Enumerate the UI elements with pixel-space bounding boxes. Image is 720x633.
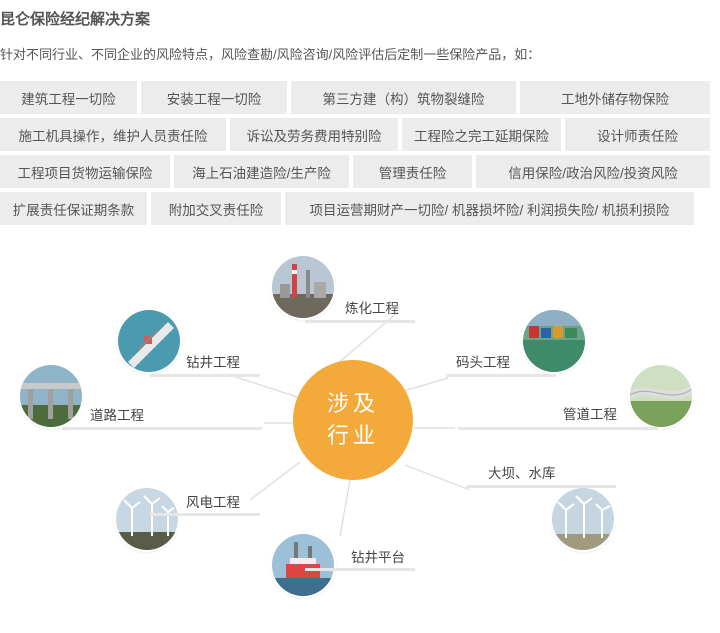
product-tag[interactable]: 扩展责任保证期条款 xyxy=(0,192,147,225)
page-title: 昆仑保险经纪解决方案 xyxy=(0,11,151,28)
wharf-bar xyxy=(446,374,556,377)
wind-bar xyxy=(150,513,260,516)
pipeline-bar xyxy=(458,427,658,430)
page-subtitle: 针对不同行业、不同企业的风险特点，风险查勘/风险咨询/风险评估后定制一些保险产品… xyxy=(0,47,541,62)
product-row-1: 建筑工程一切险 安装工程一切险 第三方建（构）筑物裂缝险 工地外储存物保险 xyxy=(0,81,710,114)
wind-label: 风电工程 xyxy=(186,495,240,510)
refinery-bar xyxy=(305,320,415,323)
dam-bar xyxy=(466,485,616,488)
hub-label-line2: 行业 xyxy=(326,423,379,448)
wharf-label: 码头工程 xyxy=(456,355,510,370)
product-tag[interactable]: 信用保险/政治风险/投资风险 xyxy=(476,155,710,188)
product-tag[interactable]: 附加交叉责任险 xyxy=(151,192,281,225)
product-row-2: 施工机具操作，维护人员责任险 诉讼及劳务费用特别险 工程险之完工延期保险 设计师… xyxy=(0,118,710,151)
product-tag[interactable]: 海上石油建造险/生产险 xyxy=(174,155,349,188)
product-tag[interactable]: 工程项目货物运输保险 xyxy=(0,155,170,188)
product-tag[interactable]: 第三方建（构）筑物裂缝险 xyxy=(291,81,516,114)
product-row-3: 工程项目货物运输保险 海上石油建造险/生产险 管理责任险 信用保险/政治风险/投… xyxy=(0,155,710,188)
product-tag[interactable]: 建筑工程一切险 xyxy=(0,81,137,114)
platform-label: 钻井平台 xyxy=(351,550,405,565)
industry-diagram: 涉及 行业 炼化工程 钻井工程 道路工程 风电工程 钻井平台 码头工程 管道工程… xyxy=(0,240,720,633)
pipeline-label: 管道工程 xyxy=(563,407,617,422)
bridge-photo-icon[interactable] xyxy=(20,365,82,427)
oil-platform-photo-icon[interactable] xyxy=(272,534,334,596)
drilling-label: 钻井工程 xyxy=(186,355,240,370)
dam-label: 大坝、水库 xyxy=(488,466,556,481)
port-photo-icon[interactable] xyxy=(523,310,585,372)
industries-hub: 涉及 行业 xyxy=(293,360,413,480)
hub-label-line1: 涉及 xyxy=(326,391,379,416)
refinery-label: 炼化工程 xyxy=(345,301,399,316)
product-tag-grid: 建筑工程一切险 安装工程一切险 第三方建（构）筑物裂缝险 工地外储存物保险 施工… xyxy=(0,81,710,229)
product-row-4: 扩展责任保证期条款 附加交叉责任险 项目运营期财产一切险/ 机器损坏险/ 利润损… xyxy=(0,192,710,225)
product-tag[interactable]: 诉讼及劳务费用特别险 xyxy=(230,118,398,151)
product-tag[interactable]: 工程险之完工延期保险 xyxy=(402,118,561,151)
road-label: 道路工程 xyxy=(90,408,144,423)
refinery-photo-icon[interactable] xyxy=(272,256,334,318)
product-tag[interactable]: 管理责任险 xyxy=(353,155,472,188)
product-tag[interactable]: 设计师责任险 xyxy=(565,118,710,151)
product-tag[interactable]: 项目运营期财产一切险/ 机器损坏险/ 利润损失险/ 机损利损险 xyxy=(285,192,694,225)
pipeline-photo-icon[interactable] xyxy=(630,365,692,427)
wind-farm-photo-icon[interactable] xyxy=(552,488,614,550)
drilling-bar xyxy=(150,374,260,377)
product-tag[interactable]: 工地外储存物保险 xyxy=(520,81,710,114)
drill-ship-photo-icon[interactable] xyxy=(118,310,180,372)
platform-bar xyxy=(305,568,415,571)
wind-turbine-photo-icon[interactable] xyxy=(116,488,178,550)
product-tag[interactable]: 安装工程一切险 xyxy=(141,81,287,114)
road-bar xyxy=(62,427,262,430)
product-tag[interactable]: 施工机具操作，维护人员责任险 xyxy=(0,118,226,151)
